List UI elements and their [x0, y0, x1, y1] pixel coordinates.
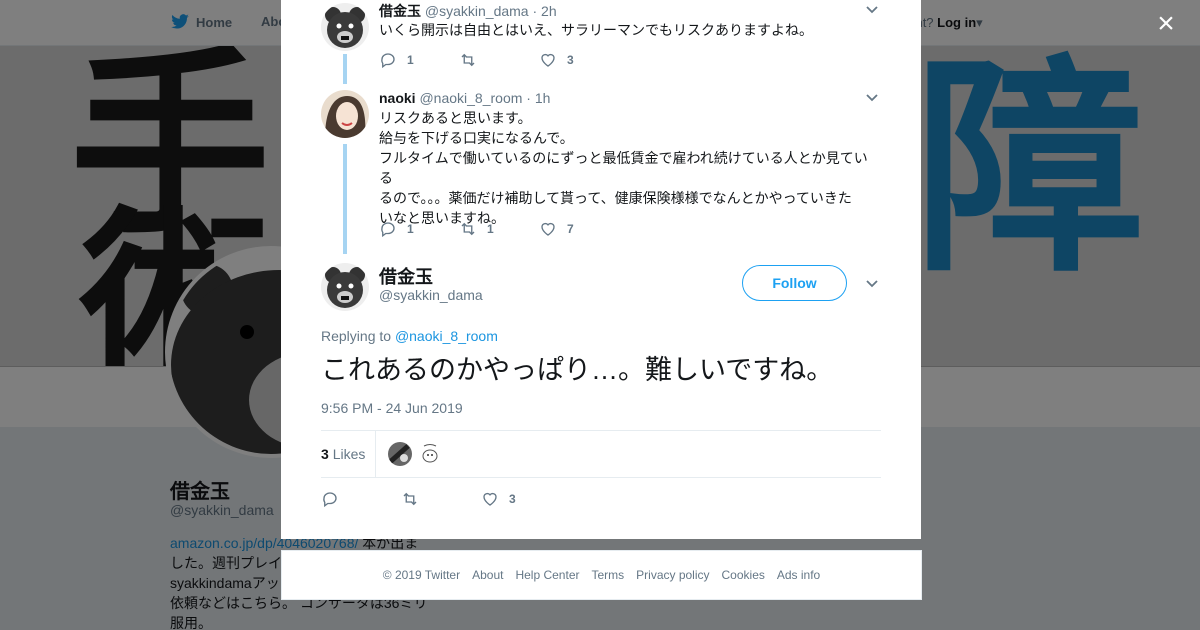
replying-prefix: Replying to [321, 328, 392, 344]
retweet-icon [461, 53, 475, 67]
thread-connector [343, 144, 347, 254]
user-photo-icon [321, 90, 369, 138]
tweet-text-line: 給与を下げる口実になるんで。 [379, 130, 574, 146]
main-tweet-avatar[interactable] [321, 263, 369, 311]
chevron-down-icon[interactable] [864, 2, 880, 18]
heart-icon [541, 53, 555, 67]
reply-icon [381, 53, 395, 69]
main-tweet-actions: 3 [321, 490, 561, 508]
retweet-button[interactable] [459, 51, 539, 69]
tweet-actions: 1 3 [379, 51, 619, 69]
footer-link-ads[interactable]: Ads info [777, 568, 820, 582]
tweet-author-handle[interactable]: @naoki_8_room [419, 90, 522, 106]
tweet-modal: 借金玉 @syakkin_dama · 2h いくら開示は自由とはいえ、サラリー… [281, 0, 921, 539]
footer-link-privacy[interactable]: Privacy policy [636, 568, 709, 582]
main-tweet-timestamp[interactable]: 9:56 PM - 24 Jun 2019 [321, 400, 463, 416]
follow-button[interactable]: Follow [742, 265, 847, 301]
thread-tweet-1[interactable]: 借金玉 @syakkin_dama · 2h いくら開示は自由とはいえ、サラリー… [321, 0, 881, 84]
reply-icon [323, 492, 337, 508]
tweet-text-line: るので。。。薬価だけ補助して貰って、健康保険様様でなんとかやっていきた [379, 190, 852, 206]
reply-button[interactable] [321, 490, 401, 508]
chevron-down-icon[interactable] [864, 90, 880, 106]
like-count: 7 [567, 222, 574, 236]
liker-avatar[interactable] [418, 442, 442, 466]
reply-button[interactable]: 1 [379, 220, 459, 238]
retweet-button[interactable]: 1 [459, 220, 539, 238]
footer-link-cookies[interactable]: Cookies [722, 568, 765, 582]
tweet-text: いくら開示は自由とはいえ、サラリーマンでもリスクありますよね。 [379, 22, 813, 38]
chevron-down-icon[interactable] [864, 276, 880, 292]
like-button[interactable]: 3 [539, 51, 619, 69]
like-button[interactable]: 3 [481, 490, 561, 508]
liker-avatar-image [388, 442, 412, 466]
thread-connector [343, 54, 347, 84]
like-button[interactable]: 7 [539, 220, 619, 238]
tweet-text: リスクあると思います。 給与を下げる口実になるんで。 フルタイムで働いているのに… [379, 108, 875, 228]
like-count: 3 [567, 53, 574, 67]
reply-count: 1 [407, 222, 414, 236]
footer-link-terms[interactable]: Terms [591, 568, 624, 582]
tweet-author-name[interactable]: 借金玉 [379, 3, 421, 19]
like-count: 3 [509, 492, 516, 506]
tweet-stats: 3 Likes [321, 430, 881, 478]
tweet-header: naoki @naoki_8_room · 1h [379, 90, 550, 106]
retweet-icon [461, 222, 475, 236]
avatar[interactable] [321, 3, 369, 51]
tweet-author-handle[interactable]: @syakkin_dama [425, 3, 529, 19]
retweet-icon [403, 492, 417, 506]
reply-button[interactable]: 1 [379, 51, 459, 69]
replying-to: Replying to @naoki_8_room [321, 328, 498, 344]
main-tweet-text: これあるのかやっぱり…。難しいですね。 [321, 355, 834, 385]
heart-icon [483, 492, 497, 506]
footer-link-help[interactable]: Help Center [515, 568, 579, 582]
tweet-time[interactable]: 1h [535, 90, 551, 106]
tweet-text-line: フルタイムで働いているのにずっと最低賃金で雇われ続けている人とか見ている [379, 150, 868, 186]
main-tweet-author-handle[interactable]: @syakkin_dama [379, 287, 483, 303]
heart-icon [541, 222, 555, 236]
tweet-text-line: リスクあると思います。 [379, 110, 532, 126]
stats-divider [375, 431, 376, 477]
avatar[interactable] [321, 90, 369, 138]
tweet-dot: · [532, 3, 538, 19]
liker-avatar-image [418, 442, 442, 466]
close-icon[interactable]: × [1152, 9, 1180, 39]
retweet-button[interactable] [401, 490, 481, 508]
likes-label: Likes [332, 446, 366, 462]
bear-avatar-icon [321, 3, 369, 51]
likes-count: 3 [321, 446, 329, 462]
liker-avatar[interactable] [388, 442, 412, 466]
reply-count: 1 [407, 53, 414, 67]
bear-avatar-icon [321, 263, 369, 311]
replying-to-link[interactable]: @naoki_8_room [395, 328, 498, 344]
thread-tweet-2[interactable]: naoki @naoki_8_room · 1h リスクあると思います。 給与を… [321, 88, 881, 258]
main-tweet-author-name[interactable]: 借金玉 [379, 263, 433, 289]
likes-stat[interactable]: 3 Likes [321, 446, 365, 462]
tweet-header: 借金玉 @syakkin_dama · 2h [379, 1, 557, 21]
retweet-count: 1 [487, 222, 494, 236]
tweet-dot: · [526, 90, 531, 106]
modal-footer: © 2019 Twitter About Help Center Terms P… [281, 550, 922, 600]
footer-copyright: © 2019 Twitter [382, 568, 461, 582]
tweet-time[interactable]: 2h [541, 3, 557, 19]
footer-link-about[interactable]: About [472, 568, 503, 582]
reply-icon [381, 222, 395, 238]
tweet-author-name[interactable]: naoki [379, 90, 416, 106]
tweet-actions: 1 1 7 [379, 220, 619, 238]
